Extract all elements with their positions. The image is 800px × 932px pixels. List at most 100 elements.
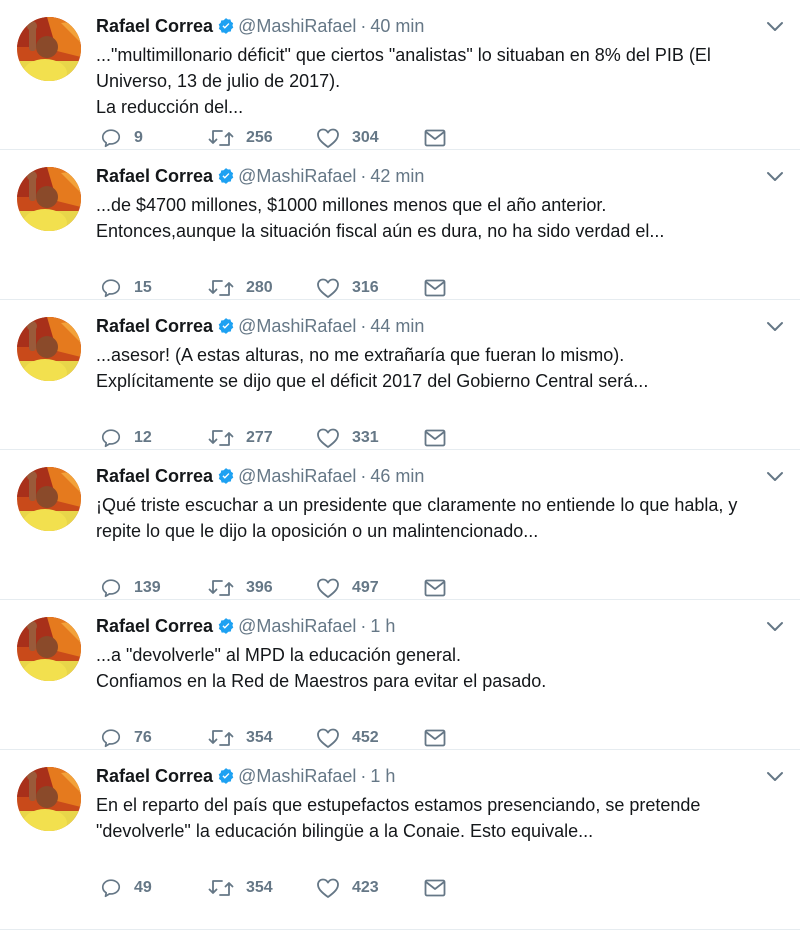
author-name[interactable]: Rafael Correa: [96, 16, 213, 36]
chevron-down-icon[interactable]: [766, 470, 784, 482]
reply-icon: [100, 127, 122, 149]
separator-dot: ·: [360, 16, 367, 36]
like-button[interactable]: 497: [316, 577, 424, 599]
avatar[interactable]: [17, 317, 81, 381]
separator-dot: ·: [360, 466, 367, 486]
tweet[interactable]: Rafael Correa @MashiRafael · 40 min ..."mul…: [0, 0, 800, 150]
retweet-button[interactable]: 354: [208, 877, 316, 899]
retweet-button[interactable]: 277: [208, 427, 316, 449]
envelope-icon: [424, 129, 446, 147]
tweet-text: ¡Qué triste escuchar a un presidente que…: [96, 492, 780, 544]
tweet[interactable]: Rafael Correa @MashiRafael · 1 h En el repa…: [0, 750, 800, 930]
reply-icon: [100, 577, 122, 599]
direct-message-button[interactable]: [424, 579, 446, 597]
like-button[interactable]: 304: [316, 127, 424, 149]
chevron-down-icon[interactable]: [766, 170, 784, 182]
reply-button[interactable]: 15: [100, 277, 208, 299]
tweet-timestamp[interactable]: 42 min: [370, 166, 424, 186]
chevron-down-icon[interactable]: [766, 770, 784, 782]
tweet-text-line: repite lo que le dijo la oposición o un …: [96, 521, 539, 541]
author-name[interactable]: Rafael Correa: [96, 616, 213, 636]
reply-button[interactable]: 12: [100, 427, 208, 449]
tweet-actions: 49 354 423: [100, 876, 446, 900]
tweet-timestamp[interactable]: 40 min: [370, 16, 424, 36]
tweet-text-line: ..."multimillonario déficit" que ciertos…: [96, 45, 711, 65]
reply-count: 76: [134, 729, 152, 746]
tweet[interactable]: Rafael Correa @MashiRafael · 44 min ...ases…: [0, 300, 800, 450]
heart-icon: [316, 427, 340, 449]
retweet-button[interactable]: 396: [208, 577, 316, 599]
tweet-text: ...asesor! (A estas alturas, no me extra…: [96, 342, 780, 394]
tweet-text: En el reparto del país que estupefactos …: [96, 792, 780, 844]
author-name[interactable]: Rafael Correa: [96, 766, 213, 786]
tweet-timestamp[interactable]: 46 min: [370, 466, 424, 486]
like-button[interactable]: 452: [316, 727, 424, 749]
direct-message-button[interactable]: [424, 129, 446, 147]
author-handle[interactable]: @MashiRafael: [238, 316, 356, 336]
tweet-text-line: Confiamos en la Red de Maestros para evi…: [96, 671, 547, 691]
author-name[interactable]: Rafael Correa: [96, 466, 213, 486]
author-handle[interactable]: @MashiRafael: [238, 166, 356, 186]
chevron-down-icon[interactable]: [766, 20, 784, 32]
retweet-button[interactable]: 256: [208, 127, 316, 149]
avatar[interactable]: [17, 467, 81, 531]
verified-badge-icon: [217, 467, 235, 491]
tweet[interactable]: Rafael Correa @MashiRafael · 46 min ¡Qué tr…: [0, 450, 800, 600]
chevron-down-icon[interactable]: [766, 620, 784, 632]
retweet-button[interactable]: 354: [208, 727, 316, 749]
reply-button[interactable]: 76: [100, 727, 208, 749]
like-button[interactable]: 316: [316, 277, 424, 299]
reply-count: 15: [134, 279, 152, 296]
like-count: 304: [352, 129, 379, 146]
tweet-text-line: ...a "devolverle" al MPD la educación ge…: [96, 645, 461, 665]
like-button[interactable]: 331: [316, 427, 424, 449]
tweet-text-line: ¡Qué triste escuchar a un presidente que…: [96, 495, 738, 515]
tweet-feed: Rafael Correa @MashiRafael · 40 min ..."mul…: [0, 0, 800, 930]
reply-button[interactable]: 49: [100, 877, 208, 899]
author-name[interactable]: Rafael Correa: [96, 166, 213, 186]
tweet[interactable]: Rafael Correa @MashiRafael · 42 min ...de $…: [0, 150, 800, 300]
like-button[interactable]: 423: [316, 877, 424, 899]
reply-count: 139: [134, 579, 161, 596]
heart-icon: [316, 727, 340, 749]
reply-button[interactable]: 9: [100, 127, 208, 149]
direct-message-button[interactable]: [424, 879, 446, 897]
reply-icon: [100, 727, 122, 749]
direct-message-button[interactable]: [424, 729, 446, 747]
retweet-button[interactable]: 280: [208, 277, 316, 299]
author-handle[interactable]: @MashiRafael: [238, 616, 356, 636]
direct-message-button[interactable]: [424, 429, 446, 447]
retweet-count: 256: [246, 129, 273, 146]
verified-badge-icon: [217, 617, 235, 641]
tweet-header: Rafael Correa @MashiRafael · 40 min: [96, 14, 424, 41]
tweet-actions: 9 256 304: [100, 126, 446, 150]
tweet-timestamp[interactable]: 1 h: [370, 616, 395, 636]
verified-badge-icon: [217, 767, 235, 791]
reply-icon: [100, 277, 122, 299]
avatar[interactable]: [17, 767, 81, 831]
heart-icon: [316, 277, 340, 299]
chevron-down-icon[interactable]: [766, 320, 784, 332]
reply-button[interactable]: 139: [100, 577, 208, 599]
avatar[interactable]: [17, 167, 81, 231]
retweet-count: 396: [246, 579, 273, 596]
author-handle[interactable]: @MashiRafael: [238, 466, 356, 486]
author-name[interactable]: Rafael Correa: [96, 316, 213, 336]
heart-icon: [316, 127, 340, 149]
tweet-timestamp[interactable]: 1 h: [370, 766, 395, 786]
tweet[interactable]: Rafael Correa @MashiRafael · 1 h ...a "devo…: [0, 600, 800, 750]
like-count: 423: [352, 879, 379, 896]
like-count: 331: [352, 429, 379, 446]
tweet-actions: 139 396 497: [100, 576, 446, 600]
avatar[interactable]: [17, 617, 81, 681]
direct-message-button[interactable]: [424, 279, 446, 297]
avatar[interactable]: [17, 17, 81, 81]
retweet-count: 354: [246, 879, 273, 896]
tweet-text: ...a "devolverle" al MPD la educación ge…: [96, 642, 780, 694]
tweet-timestamp[interactable]: 44 min: [370, 316, 424, 336]
author-handle[interactable]: @MashiRafael: [238, 766, 356, 786]
like-count: 316: [352, 279, 379, 296]
tweet-actions: 76 354 452: [100, 726, 446, 750]
author-handle[interactable]: @MashiRafael: [238, 16, 356, 36]
separator-dot: ·: [360, 766, 367, 786]
